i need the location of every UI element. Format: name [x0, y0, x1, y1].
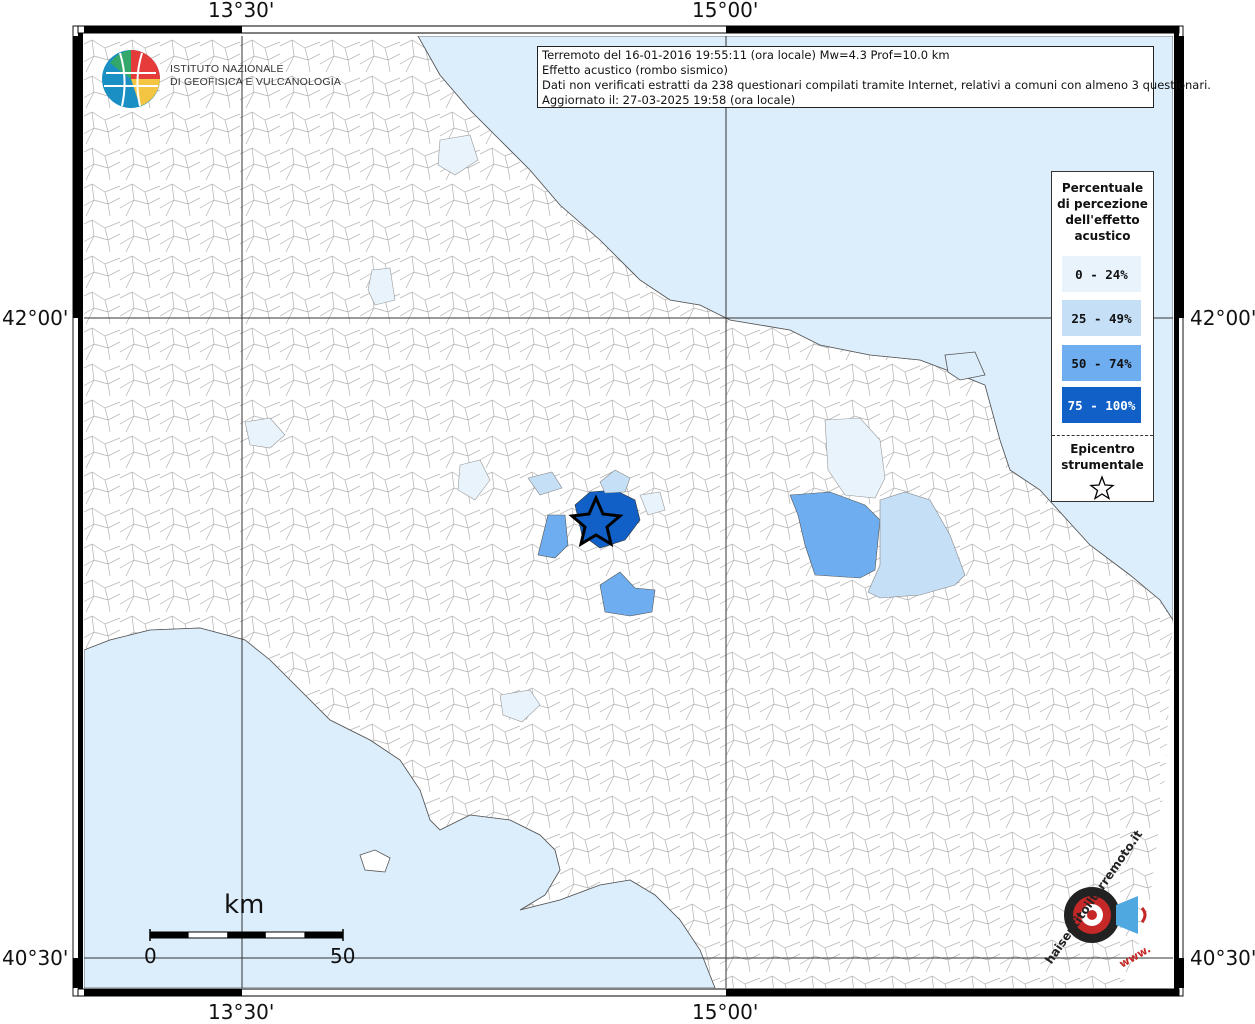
- lat-label-left-top: 42°00': [2, 306, 69, 330]
- star-outline-icon: [1089, 475, 1115, 501]
- watermark-logo: haisentitoilterremoto.it www.: [1030, 828, 1170, 975]
- legend-class-25-49: 25 - 49%: [1062, 300, 1141, 336]
- info-box: Terremoto del 16-01-2016 19:55:11 (ora l…: [537, 46, 1211, 108]
- lon-label-bottom-right: 15°00': [692, 1000, 759, 1024]
- lat-label-right-bottom: 40°30': [1190, 946, 1255, 970]
- scale-unit: km: [224, 890, 265, 920]
- info-title: Terremoto del 16-01-2016 19:55:11 (ora l…: [542, 48, 950, 62]
- logo-line-1: ISTITUTO NAZIONALE: [170, 63, 284, 75]
- globe-icon: [102, 50, 160, 108]
- scale-end: 50: [330, 944, 356, 968]
- lon-label-top-left: 13°30': [208, 0, 275, 22]
- logo-line-2: DI GEOFISICA E VULCANOLOGIA: [170, 76, 342, 88]
- lon-label-top-right: 15°00': [692, 0, 759, 22]
- scale-ruler: [149, 929, 344, 941]
- legend: Percentuale di percezione dell'effetto a…: [1051, 171, 1154, 502]
- info-data-note: Dati non verificati estratti da 238 ques…: [542, 78, 1211, 92]
- legend-epicenter-label: Epicentro strumentale: [1061, 442, 1144, 472]
- scale-bar: km 0 50: [144, 890, 355, 970]
- ingv-logo: ISTITUTO NAZIONALE DI GEOFISICA E VULCAN…: [100, 48, 342, 110]
- lon-label-bottom-left: 13°30': [208, 1000, 275, 1024]
- legend-class-0-24: 0 - 24%: [1062, 256, 1141, 292]
- info-updated: Aggiornato il: 27-03-2025 19:58 (ora loc…: [542, 93, 796, 107]
- scale-start: 0: [144, 944, 157, 968]
- legend-title: Percentuale di percezione dell'effetto a…: [1057, 181, 1148, 243]
- info-effect: Effetto acustico (rombo sismico): [542, 63, 728, 77]
- legend-class-50-74: 50 - 74%: [1062, 345, 1141, 381]
- legend-separator: [1052, 435, 1153, 436]
- lat-label-right-top: 42°00': [1190, 306, 1255, 330]
- legend-class-75-100: 75 - 100%: [1062, 387, 1141, 423]
- lat-label-left-bottom: 40°30': [2, 946, 69, 970]
